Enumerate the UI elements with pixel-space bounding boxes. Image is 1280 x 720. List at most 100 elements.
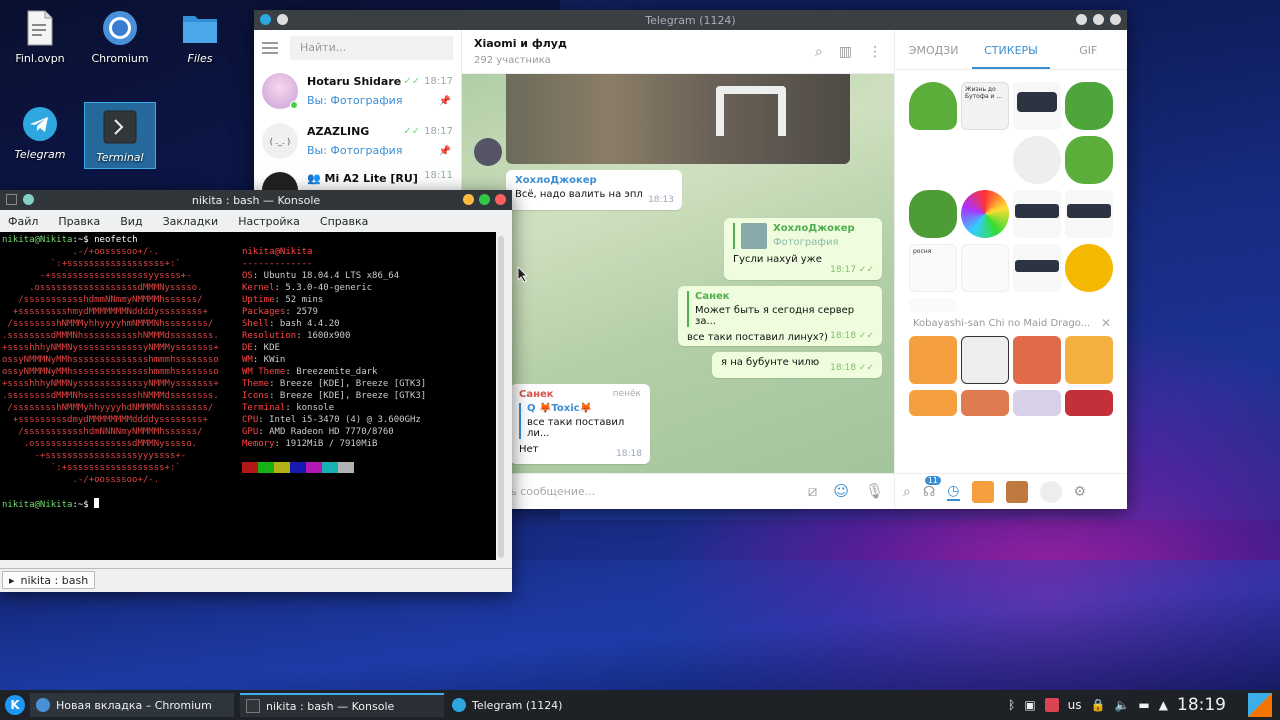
sticker[interactable] <box>1013 390 1061 416</box>
bluetooth-icon[interactable]: ᛒ <box>1008 698 1015 712</box>
window-title: nikita : bash — Konsole <box>191 193 321 207</box>
menu-icon[interactable] <box>262 42 278 54</box>
settings-icon[interactable]: ⚙ <box>1074 484 1087 500</box>
reply-quote[interactable]: ХохлоДжокер Фотография <box>733 223 873 249</box>
kde-launcher-icon[interactable]: K <box>5 695 25 715</box>
task-konsole[interactable]: nikita : bash — Konsole <box>240 693 444 717</box>
close-icon[interactable]: ✕ <box>1101 316 1111 330</box>
sticker[interactable] <box>1065 244 1113 292</box>
sticker[interactable] <box>1013 190 1061 238</box>
tab-emoji[interactable]: ЭМОДЗИ <box>895 30 972 69</box>
expand-tray-icon[interactable]: ▲ <box>1159 698 1168 712</box>
sticker[interactable]: росня <box>909 244 957 292</box>
konsole-titlebar[interactable]: nikita : bash — Konsole <box>0 190 512 210</box>
sticker[interactable] <box>961 390 1009 416</box>
maximize-button[interactable] <box>479 194 490 205</box>
sticker-set-tab[interactable] <box>971 480 994 503</box>
menu-view[interactable]: Вид <box>120 215 142 228</box>
close-button[interactable] <box>495 194 506 205</box>
keyboard-layout[interactable]: us <box>1068 698 1082 712</box>
reply-quote[interactable]: Санек Может быть я сегодня сервер за... <box>687 291 873 327</box>
minimize-button[interactable] <box>463 194 474 205</box>
menu-help[interactable]: Справка <box>320 215 368 228</box>
pin-window-button[interactable] <box>277 14 288 25</box>
clipboard-icon[interactable]: ▣ <box>1024 698 1035 712</box>
telegram-titlebar[interactable]: Telegram (1124) <box>254 10 1127 30</box>
update-icon[interactable] <box>1044 698 1059 712</box>
recent-icon[interactable]: ◷ <box>947 483 960 501</box>
menu-settings[interactable]: Настройка <box>238 215 300 228</box>
sticker[interactable] <box>909 298 957 312</box>
message-bubble[interactable]: я на бубунте чилю 18:18 ✓✓ <box>712 352 882 378</box>
info-row: WM Theme: Breezemite_dark <box>242 366 426 378</box>
sticker[interactable] <box>909 82 957 130</box>
sticker[interactable] <box>1013 336 1061 384</box>
bot-command-icon[interactable]: ⧄ <box>808 482 818 500</box>
trending-icon[interactable]: ☊ 11 <box>923 475 942 500</box>
message-bubble[interactable]: Санек пенёк Q 🦊Toxic🦊 все таки поставил ли… <box>510 384 650 464</box>
sticker[interactable] <box>1013 244 1061 292</box>
minimize-button[interactable] <box>1076 14 1087 25</box>
chat-item-azazling[interactable]: ( ._. ) AZAZLING Вы: Фотография ✓✓ 18:17 📌 <box>254 116 461 166</box>
sticker[interactable] <box>909 336 957 384</box>
desktop-icon-telegram[interactable]: Telegram <box>5 104 75 161</box>
search-icon[interactable]: ⌕ <box>815 44 823 60</box>
desktop-icon-chromium[interactable]: Chromium <box>85 8 155 65</box>
konsole-menubar: Файл Правка Вид Закладки Настройка Справ… <box>0 210 512 232</box>
sticker[interactable] <box>1065 190 1113 238</box>
search-icon[interactable]: ⌕ <box>903 484 911 500</box>
show-desktop-icon[interactable] <box>1248 693 1272 717</box>
message-author: Санек <box>519 389 554 400</box>
chat-item-mi-a2-lite[interactable]: 👥 Mi A2 Lite [RU] 18:11 <box>254 166 461 190</box>
network-icon[interactable]: ▬ <box>1138 698 1149 712</box>
maximize-button[interactable] <box>1093 14 1104 25</box>
volume-icon[interactable]: 🔈 <box>1114 698 1129 712</box>
chat-header[interactable]: Xiaomi и флуд 292 участника ⌕ ▥ ⋮ <box>462 30 894 74</box>
chat-item-hotaru[interactable]: Hotaru Shidare Вы: Фотография ✓✓ 18:17 📌 <box>254 66 461 116</box>
menu-file[interactable]: Файл <box>8 215 38 228</box>
lock-icon[interactable]: 🔒 <box>1091 698 1106 712</box>
sticker[interactable] <box>909 190 957 238</box>
palette-swatch <box>258 462 274 473</box>
message-time: 18:13 <box>648 195 674 205</box>
sticker[interactable] <box>1065 336 1113 384</box>
sidebar-toggle-icon[interactable]: ▥ <box>839 44 852 60</box>
tab-stickers[interactable]: СТИКЕРЫ <box>972 30 1050 69</box>
more-options-icon[interactable]: ⋮ <box>868 44 882 60</box>
sticker[interactable] <box>961 336 1009 384</box>
message-bubble[interactable]: ХохлоДжокер Фотография Гусли нахуй уже 18… <box>724 218 882 280</box>
message-input[interactable]: аписать сообщение... ⧄ ☺ 🎙 <box>462 473 894 509</box>
sticker-set-tab[interactable] <box>1005 480 1028 503</box>
pin-window-button[interactable] <box>23 194 34 205</box>
terminal-output[interactable]: nikita@Nikita:~$ neofetch .-/+oossssoo+/… <box>0 232 496 560</box>
desktop-icon-finl-ovpn[interactable]: Finl.ovpn <box>5 8 75 65</box>
konsole-tab[interactable]: ▸ nikita : bash <box>2 571 96 589</box>
sticker[interactable] <box>1013 82 1061 130</box>
sticker[interactable] <box>1013 136 1061 184</box>
reply-quote[interactable]: Q 🦊Toxic🦊 все таки поставил ли... <box>519 403 641 439</box>
sticker[interactable] <box>1065 136 1113 184</box>
photo-message[interactable] <box>506 74 850 164</box>
desktop-icon-terminal[interactable]: Terminal <box>84 102 156 169</box>
clock[interactable]: 18:19 <box>1177 695 1226 715</box>
sticker[interactable] <box>1065 82 1113 130</box>
desktop-icon-files[interactable]: Files <box>165 8 235 65</box>
scrollbar[interactable] <box>498 236 504 558</box>
sticker[interactable] <box>909 390 957 416</box>
sticker[interactable] <box>1065 390 1113 416</box>
message-bubble[interactable]: Санек Может быть я сегодня сервер за... в… <box>678 286 882 346</box>
menu-edit[interactable]: Правка <box>58 215 100 228</box>
sticker-set-tab[interactable] <box>1039 480 1062 503</box>
microphone-icon[interactable]: 🎙 <box>865 482 884 500</box>
sticker[interactable] <box>961 190 1009 238</box>
sticker[interactable]: Жизнь до Бутофа и ... <box>961 82 1009 130</box>
emoji-icon[interactable]: ☺ <box>833 482 849 500</box>
search-input[interactable]: Найти... <box>290 36 453 60</box>
tab-gif[interactable]: GIF <box>1050 30 1127 69</box>
sticker[interactable] <box>961 244 1009 292</box>
task-telegram[interactable]: Telegram (1124) <box>446 693 650 717</box>
close-button[interactable] <box>1110 14 1121 25</box>
menu-bookmarks[interactable]: Закладки <box>163 215 219 228</box>
message-bubble[interactable]: ХохлоДжокер Всё, надо валить на эпл 18:1… <box>506 170 682 210</box>
task-chromium[interactable]: Новая вкладка – Chromium <box>30 693 234 717</box>
